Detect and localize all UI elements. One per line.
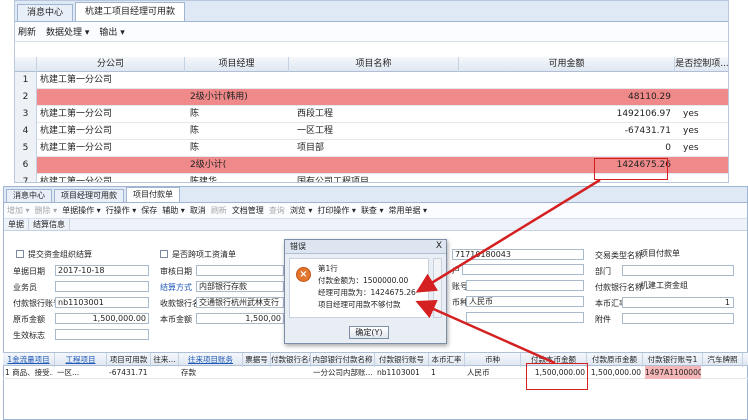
- annotation-arrows: [415, 178, 601, 365]
- arrow-from-available: [415, 178, 601, 293]
- arrow-from-payment: [415, 299, 556, 365]
